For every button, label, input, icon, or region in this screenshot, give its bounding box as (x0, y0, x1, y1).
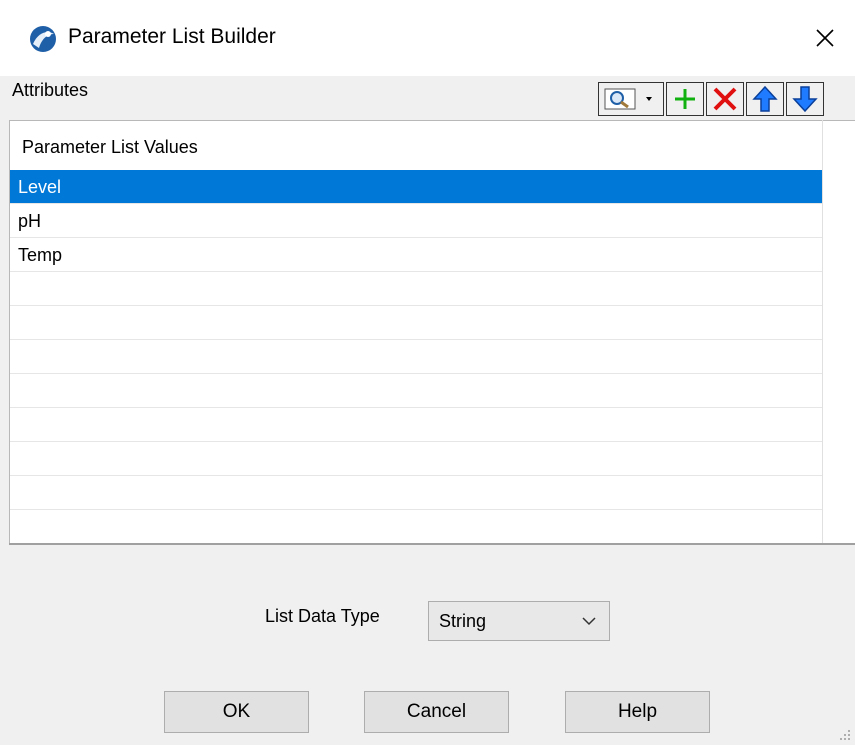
title-bar: Parameter List Builder (0, 0, 855, 76)
grid-column-divider (822, 120, 823, 544)
table-row[interactable] (10, 374, 822, 408)
window-title: Parameter List Builder (68, 25, 276, 48)
magnifier-icon (604, 88, 652, 110)
cancel-button[interactable]: Cancel (364, 691, 509, 733)
attributes-label: Attributes (12, 80, 89, 100)
grid-toolbar (598, 82, 826, 118)
table-row[interactable] (10, 442, 822, 476)
plus-icon (675, 89, 695, 109)
grid-bottom-border (9, 543, 855, 545)
help-button[interactable]: Help (565, 691, 710, 733)
x-icon (713, 87, 737, 111)
table-row[interactable] (10, 476, 822, 510)
arrow-up-icon (752, 85, 778, 112)
resize-grip-icon[interactable] (839, 729, 851, 741)
move-down-button[interactable] (786, 82, 824, 116)
close-button[interactable] (795, 0, 855, 76)
list-data-type-label: List Data Type (265, 606, 380, 626)
delete-button[interactable] (706, 82, 744, 116)
table-row[interactable]: pH (10, 204, 822, 238)
table-row[interactable] (10, 306, 822, 340)
chevron-down-icon (582, 617, 596, 626)
table-row[interactable] (10, 408, 822, 442)
app-logo-icon (30, 26, 56, 52)
close-icon (816, 29, 834, 47)
table-row[interactable] (10, 272, 822, 306)
arrow-down-icon (792, 86, 818, 113)
grid-column-header: Parameter List Values (22, 137, 198, 157)
table-row[interactable] (10, 510, 822, 544)
table-row[interactable]: Level (10, 170, 822, 204)
find-dropdown-button[interactable] (598, 82, 664, 116)
move-up-button[interactable] (746, 82, 784, 116)
add-button[interactable] (666, 82, 704, 116)
list-data-type-select[interactable]: String (428, 601, 610, 641)
table-row[interactable] (10, 340, 822, 374)
list-data-type-value: String (439, 610, 487, 631)
ok-button[interactable]: OK (164, 691, 309, 733)
table-row[interactable]: Temp (10, 238, 822, 272)
